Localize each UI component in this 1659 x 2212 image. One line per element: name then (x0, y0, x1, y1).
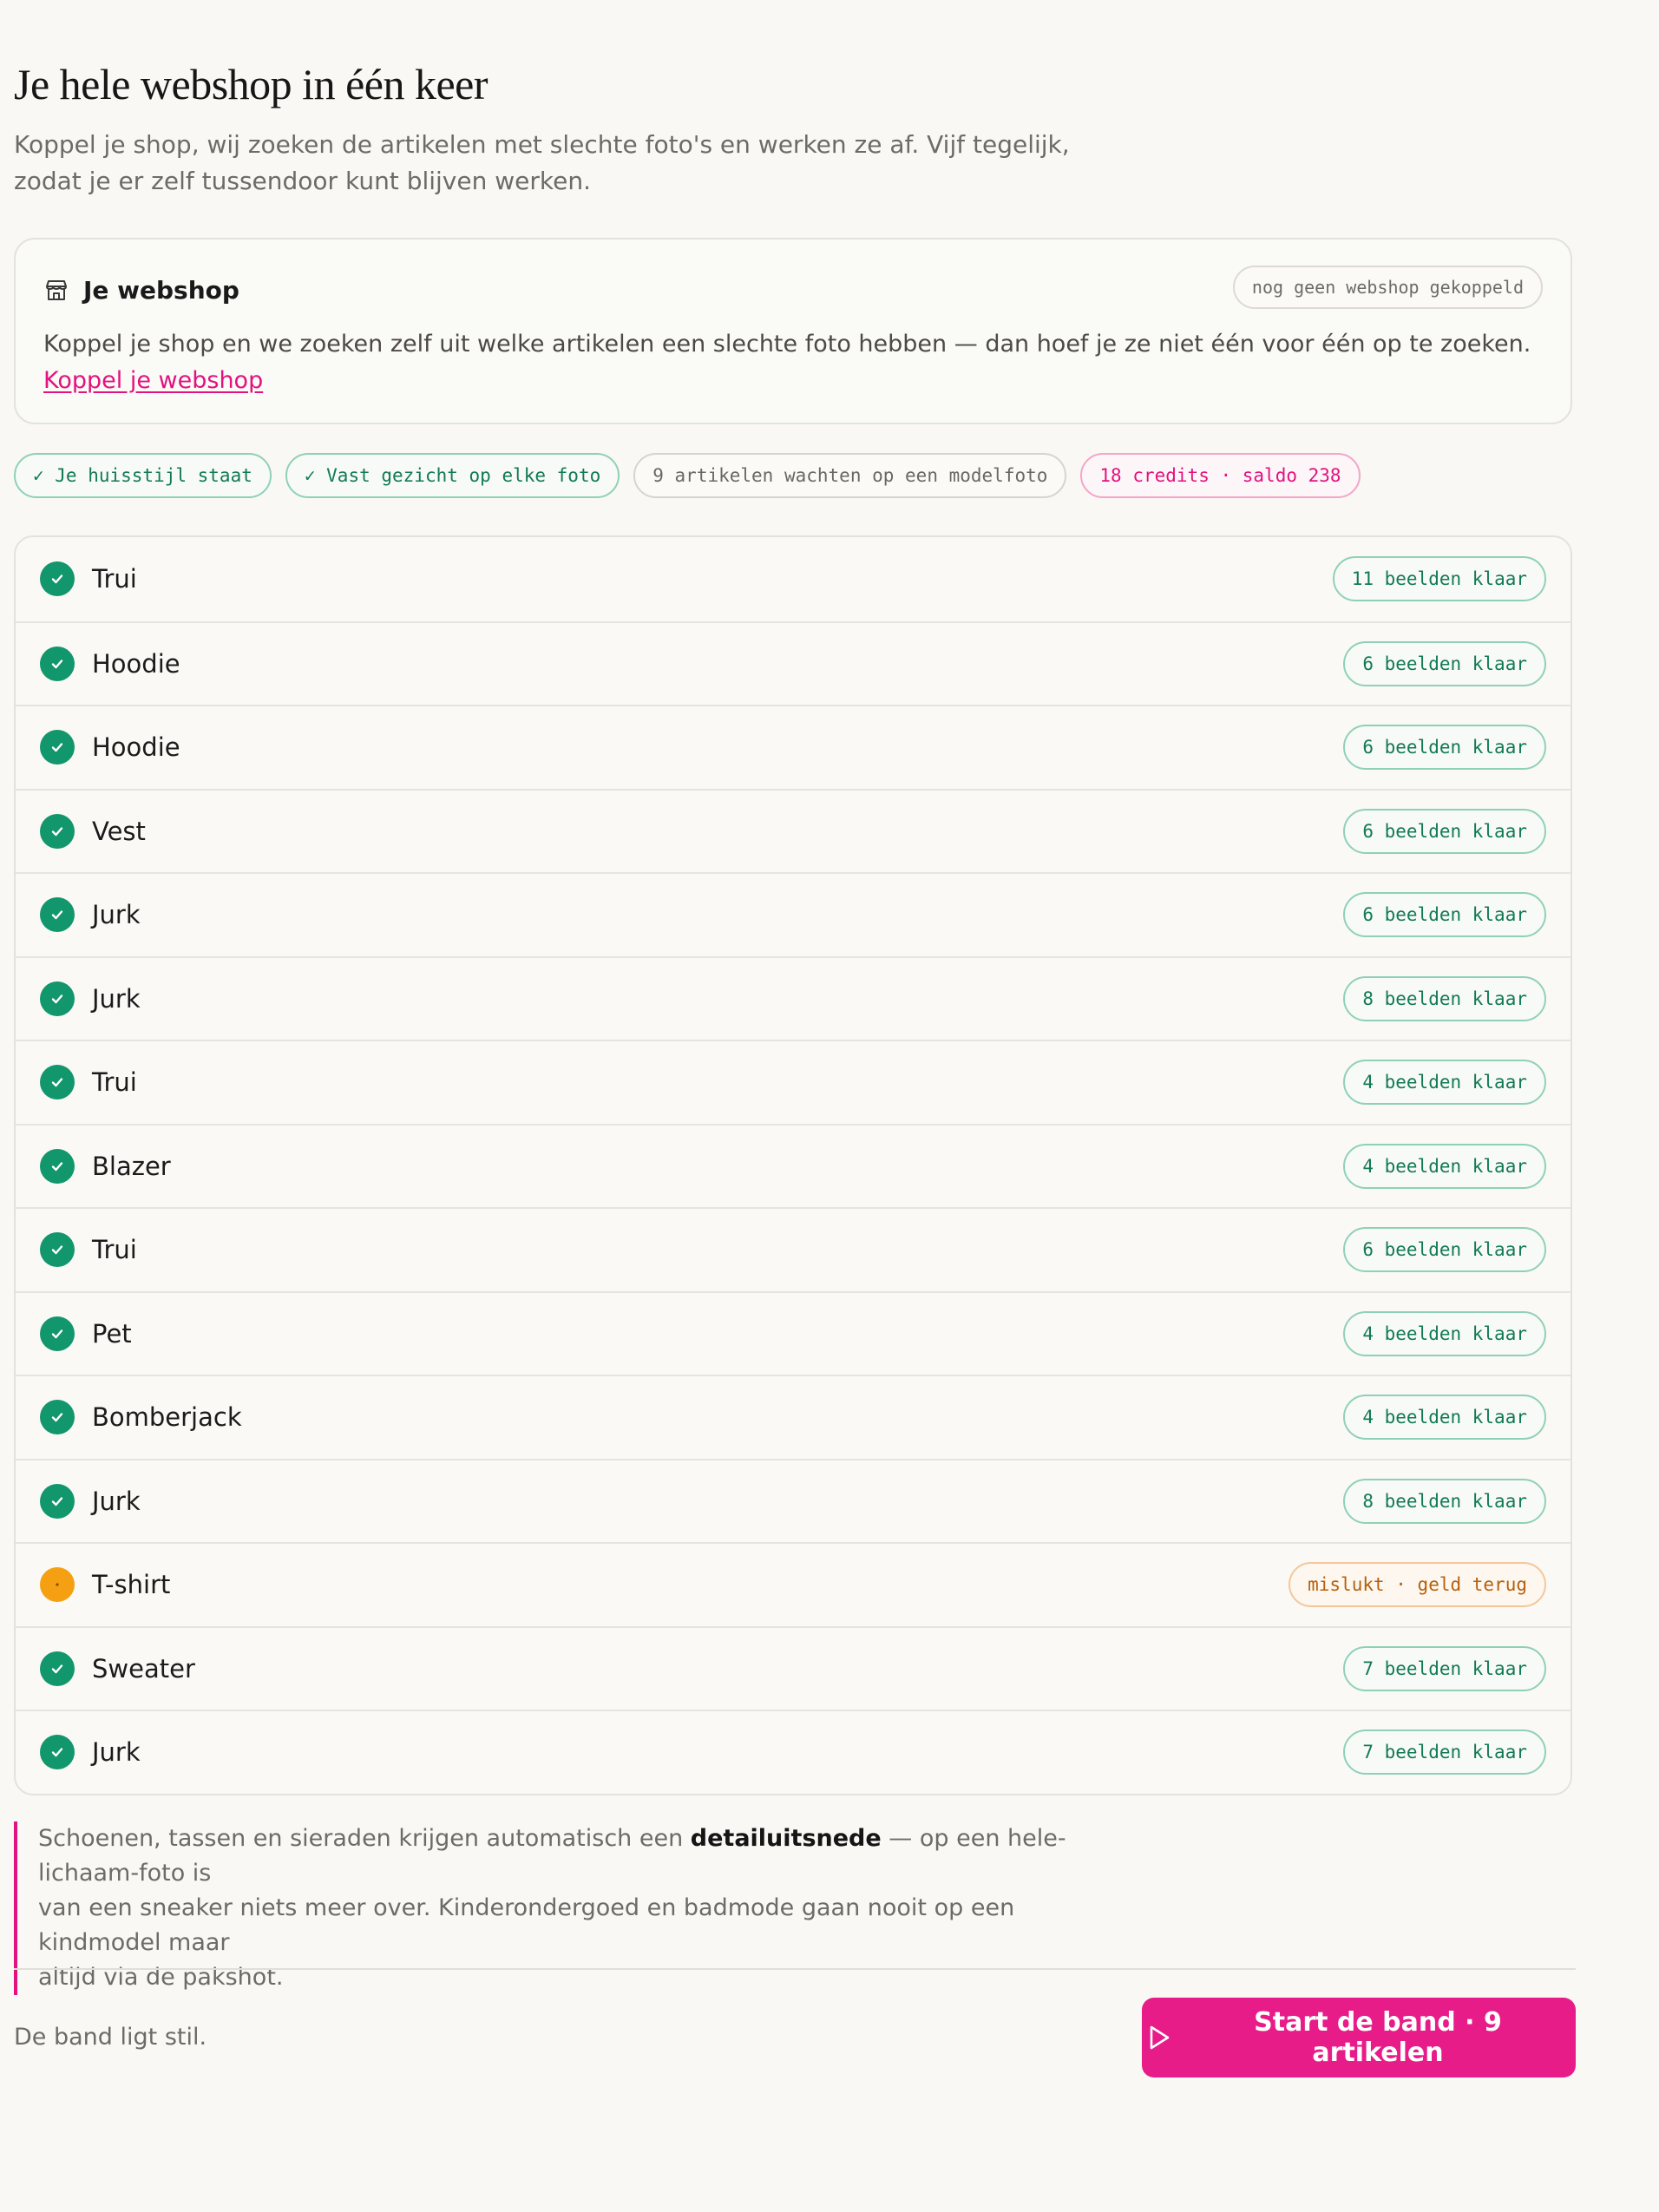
article-status-badge: 4 beelden klaar (1343, 1395, 1546, 1441)
article-name: Trui (92, 1235, 137, 1265)
webshop-card-description: Koppel je shop en we zoeken zelf uit wel… (43, 331, 1531, 358)
webshop-card-text: Koppel je shop en we zoeken zelf uit wel… (43, 326, 1544, 399)
check-circle-icon (40, 646, 75, 681)
article-name: Pet (92, 1318, 132, 1349)
play-icon (1147, 2025, 1171, 2051)
article-name: Blazer (92, 1151, 171, 1181)
article-status-badge: 7 beelden klaar (1343, 1730, 1546, 1776)
article-status-badge: mislukt · geld terug (1289, 1562, 1546, 1608)
article-name: T-shirt (92, 1570, 171, 1600)
webshop-card-header: Je webshop (43, 271, 239, 309)
article-status-badge: 6 beelden klaar (1343, 1227, 1546, 1273)
check-circle-icon (40, 730, 75, 765)
article-status-badge: 7 beelden klaar (1343, 1645, 1546, 1691)
check-circle-icon (40, 1232, 75, 1268)
article-name: Sweater (92, 1653, 195, 1684)
article-row: T-shirt mislukt · geld terug (16, 1542, 1570, 1626)
webshop-card: Je webshop nog geen webshop gekoppeld Ko… (14, 238, 1572, 424)
article-status-badge: 4 beelden klaar (1343, 1310, 1546, 1356)
article-row: Jurk 8 beelden klaar (16, 1458, 1570, 1543)
article-row: Hoodie 6 beelden klaar (16, 705, 1570, 789)
article-row: Bomberjack 4 beelden klaar (16, 1375, 1570, 1459)
article-row: Sweater 7 beelden klaar (16, 1625, 1570, 1710)
article-status-badge: 4 beelden klaar (1343, 1143, 1546, 1189)
status-chip: 18 credits · saldo 238 (1080, 453, 1361, 498)
article-status-badge: 6 beelden klaar (1343, 892, 1546, 938)
article-name: Jurk (92, 983, 141, 1014)
article-status-badge: 8 beelden klaar (1343, 975, 1546, 1021)
check-circle-icon (40, 1651, 75, 1686)
note-line-2: van een sneaker niets meer over. Kindero… (38, 1894, 1015, 1956)
store-icon (43, 277, 69, 303)
page-intro: Koppel je shop, wij zoeken de artikelen … (14, 127, 1072, 200)
article-name: Jurk (92, 1486, 141, 1516)
article-status-badge: 11 beelden klaar (1332, 556, 1546, 602)
check-circle-icon (40, 981, 75, 1016)
check-circle-icon (40, 813, 75, 849)
article-status-badge: 8 beelden klaar (1343, 1478, 1546, 1524)
check-circle-icon (40, 561, 75, 597)
article-name: Hoodie (92, 648, 180, 679)
status-chip: ✓ Je huisstijl staat (14, 453, 272, 498)
article-status-badge: 6 beelden klaar (1343, 808, 1546, 854)
page-title: Je hele webshop in één keer (14, 60, 489, 108)
webshop-card-title: Je webshop (83, 275, 239, 305)
article-name: Jurk (92, 1737, 141, 1768)
article-status-badge: 6 beelden klaar (1343, 640, 1546, 686)
intro-line-1: Koppel je shop, wij zoeken de artikelen … (14, 130, 1070, 159)
article-name: Jurk (92, 900, 141, 930)
check-circle-icon (40, 1148, 75, 1184)
start-band-label: Start de band · 9 artikelen (1254, 2007, 1502, 2068)
intro-line-2: zodat je er zelf tussendoor kunt blijven… (14, 167, 591, 195)
article-status-badge: 4 beelden klaar (1343, 1060, 1546, 1106)
article-row: Jurk 8 beelden klaar (16, 955, 1570, 1040)
article-row: Blazer 4 beelden klaar (16, 1123, 1570, 1208)
check-circle-icon (40, 1400, 75, 1435)
check-circle-icon (40, 1316, 75, 1351)
check-circle-icon (40, 1483, 75, 1519)
article-name: Trui (92, 1067, 137, 1098)
status-chips: ✓ Je huisstijl staat ✓ Vast gezicht op el… (14, 453, 1361, 498)
article-row: Jurk 6 beelden klaar (16, 872, 1570, 956)
warning-dot-icon (40, 1567, 75, 1603)
article-row: Vest 6 beelden klaar (16, 788, 1570, 873)
connect-webshop-link[interactable]: Koppel je webshop (43, 367, 263, 394)
article-row: Jurk 7 beelden klaar (16, 1710, 1570, 1794)
start-band-button[interactable]: Start de band · 9 artikelen (1142, 1998, 1576, 2077)
article-status-badge: 6 beelden klaar (1343, 725, 1546, 771)
check-circle-icon (40, 1065, 75, 1100)
article-name: Hoodie (92, 732, 180, 763)
article-row: Trui 6 beelden klaar (16, 1207, 1570, 1291)
article-name: Bomberjack (92, 1402, 242, 1433)
article-name: Vest (92, 816, 146, 846)
article-list: Trui 11 beelden klaar Hoodie 6 beelden klaa… (14, 535, 1572, 1795)
article-row: Pet 4 beelden klaar (16, 1290, 1570, 1375)
pipeline-status: De band ligt stil. (14, 2024, 207, 2051)
webshop-status-pill: nog geen webshop gekoppeld (1232, 266, 1543, 309)
article-name: Trui (92, 564, 137, 594)
article-row: Trui 11 beelden klaar (16, 537, 1570, 621)
status-chip: ✓ Vast gezicht op elke foto (285, 453, 620, 498)
note-text-before: Schoenen, tassen en sieraden krijgen aut… (38, 1825, 691, 1852)
check-circle-icon (40, 1735, 75, 1770)
status-chip: 9 artikelen wachten op een modelfoto (633, 453, 1067, 498)
article-row: Hoodie 6 beelden klaar (16, 620, 1570, 706)
note-bold: detailuitsnede (690, 1825, 882, 1852)
footer-divider (14, 1968, 1576, 1970)
check-circle-icon (40, 897, 75, 933)
article-row: Trui 4 beelden klaar (16, 1040, 1570, 1124)
